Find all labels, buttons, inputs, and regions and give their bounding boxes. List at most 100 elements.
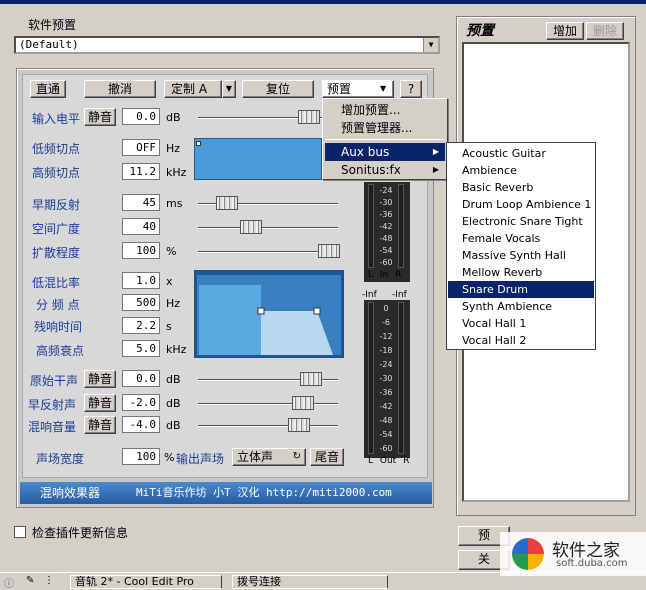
dry-value[interactable]: 0.0 <box>122 370 160 387</box>
submenu-item[interactable]: Synth Ambience <box>448 298 594 315</box>
reverb-slider[interactable] <box>288 418 310 432</box>
output-scale-tick: -18 <box>379 346 393 355</box>
submenu-item[interactable]: Ambience <box>448 162 594 179</box>
space-width-label: 空间广度 <box>32 222 81 236</box>
submenu-item[interactable]: Electronic Snare Tight <box>448 213 594 230</box>
quicklaunch-icon[interactable]: ✎ <box>26 575 34 586</box>
out-top-l: -Inf <box>362 290 377 300</box>
filter-graph[interactable] <box>194 138 322 180</box>
diffusion-track <box>198 251 338 253</box>
high-damp-value[interactable]: 5.0 <box>122 340 160 357</box>
space-width-slider[interactable] <box>240 220 262 234</box>
help-button[interactable]: ? <box>400 80 422 98</box>
out-label-out: Out <box>379 456 397 466</box>
high-damp-unit: kHz <box>166 343 187 356</box>
preset-select[interactable]: (Default) ▼ <box>14 36 440 54</box>
custom-dropdown-icon[interactable]: ▼ <box>222 80 236 98</box>
menu-aux-bus[interactable]: Aux bus ▶ <box>325 143 445 161</box>
early-mute-button[interactable]: 静音 <box>84 394 116 412</box>
early-ref-unit: ms <box>166 197 183 210</box>
submenu-item[interactable]: Vocal Hall 1 <box>448 315 594 332</box>
dry-slider[interactable] <box>300 372 322 386</box>
dry-unit: dB <box>166 373 181 386</box>
reverb-value[interactable]: -4.0 <box>122 416 160 433</box>
input-mute-button[interactable]: 静音 <box>84 108 116 126</box>
delete-preset-button[interactable]: 删除 <box>586 22 624 40</box>
submenu-arrow-icon: ▶ <box>432 147 439 156</box>
aux-bus-submenu: Acoustic Guitar Ambience Basic Reverb Drum … <box>446 142 596 350</box>
bypass-button[interactable]: 直通 <box>30 80 66 98</box>
watermark-logo-icon <box>512 538 544 570</box>
diffusion-label: 扩散程度 <box>32 246 81 260</box>
add-preset-button[interactable]: 增加 <box>546 22 584 40</box>
early-unit: dB <box>166 397 181 410</box>
output-field-value: 立体声 <box>237 450 274 464</box>
preset-value: (Default) <box>19 38 79 51</box>
low-cut-label: 低频切点 <box>32 142 81 156</box>
update-checkbox-label: 检查插件更新信息 <box>32 526 129 540</box>
early-ref-label: 早期反射 <box>32 198 81 212</box>
input-scale-tick: -30 <box>379 198 393 207</box>
early-ref-value[interactable]: 45 <box>122 194 160 211</box>
menu-add-preset[interactable]: 增加预置... <box>325 101 445 119</box>
input-level-label: 输入电平 <box>32 112 81 126</box>
tail-button[interactable]: 尾音 <box>310 448 344 466</box>
menu-sonitus[interactable]: Sonitus:fx ▶ <box>325 161 445 179</box>
input-scale-tick: -24 <box>379 186 393 195</box>
in-label-l: L <box>368 270 374 280</box>
taskbar-item-cooledit[interactable]: 音轨 2* - Cool Edit Pro <box>70 575 222 589</box>
submenu-item[interactable]: Basic Reverb <box>448 179 594 196</box>
reverb-graph[interactable] <box>194 270 344 358</box>
dry-mute-button[interactable]: 静音 <box>84 370 116 388</box>
input-scale-tick: -36 <box>379 210 393 219</box>
menu-separator <box>325 139 445 140</box>
reset-button[interactable]: 复位 <box>242 80 314 98</box>
diffusion-slider[interactable] <box>318 244 340 258</box>
cycle-icon: ↻ <box>292 451 301 462</box>
output-scale-tick: -30 <box>379 374 393 383</box>
input-level-value[interactable]: 0.0 <box>122 108 160 125</box>
reverb-mute-button[interactable]: 静音 <box>84 416 116 434</box>
undo-button[interactable]: 撤消 <box>84 80 156 98</box>
early-ref-slider[interactable] <box>216 196 238 210</box>
input-scale-tick: -54 <box>379 246 393 255</box>
input-level-slider[interactable] <box>298 110 320 124</box>
bass-ratio-unit: x <box>166 275 173 288</box>
submenu-item[interactable]: Acoustic Guitar <box>448 145 594 162</box>
taskbar-item-dialup[interactable]: 拨号连接 <box>232 575 388 589</box>
output-scale-tick: -6 <box>382 318 390 327</box>
output-field-select[interactable]: 立体声 ↻ <box>232 448 306 466</box>
menu-preset-manager[interactable]: 预置管理器... <box>325 119 445 137</box>
custom-button[interactable]: 定制 A <box>164 80 222 98</box>
diffusion-value[interactable]: 100 <box>122 242 160 259</box>
crossover-value[interactable]: 500 <box>122 294 160 311</box>
submenu-item[interactable]: Mellow Reverb <box>448 264 594 281</box>
high-cut-value[interactable]: 11.2 <box>122 163 160 180</box>
output-scale-tick: -42 <box>379 402 393 411</box>
input-scale-tick: -48 <box>379 234 393 243</box>
bass-ratio-value[interactable]: 1.0 <box>122 272 160 289</box>
submenu-item[interactable]: Drum Loop Ambience 1 <box>448 196 594 213</box>
filter-handle[interactable] <box>196 141 201 146</box>
stereo-width-value[interactable]: 100 <box>122 448 160 465</box>
crossover-label: 分 频 点 <box>36 298 80 312</box>
title-bar-strip <box>0 0 646 4</box>
decay-value[interactable]: 2.2 <box>122 317 160 334</box>
submenu-item[interactable]: Female Vocals <box>448 230 594 247</box>
chevron-down-icon[interactable]: ▼ <box>423 38 438 52</box>
early-slider[interactable] <box>292 396 314 410</box>
submenu-item[interactable]: Snare Drum <box>448 281 594 298</box>
early-value[interactable]: -2.0 <box>122 394 160 411</box>
plugin-footer: 混响效果器 MiTi音乐作坊 小T 汉化 http://miti2000.com <box>20 482 432 504</box>
preset-label: 软件预置 <box>28 18 77 32</box>
low-cut-value[interactable]: OFF <box>122 139 160 156</box>
watermark: 软件之家 soft.duba.com <box>500 532 646 576</box>
update-checkbox[interactable] <box>14 526 26 538</box>
menu-aux-bus-label: Aux bus <box>341 145 390 159</box>
early-level-label: 早反射声 <box>28 398 77 412</box>
space-width-value[interactable]: 40 <box>122 218 160 235</box>
out-top-r: -Inf <box>392 290 407 300</box>
submenu-item[interactable]: Massive Synth Hall <box>448 247 594 264</box>
crossover-unit: Hz <box>166 297 181 310</box>
submenu-item[interactable]: Vocal Hall 2 <box>448 332 594 349</box>
